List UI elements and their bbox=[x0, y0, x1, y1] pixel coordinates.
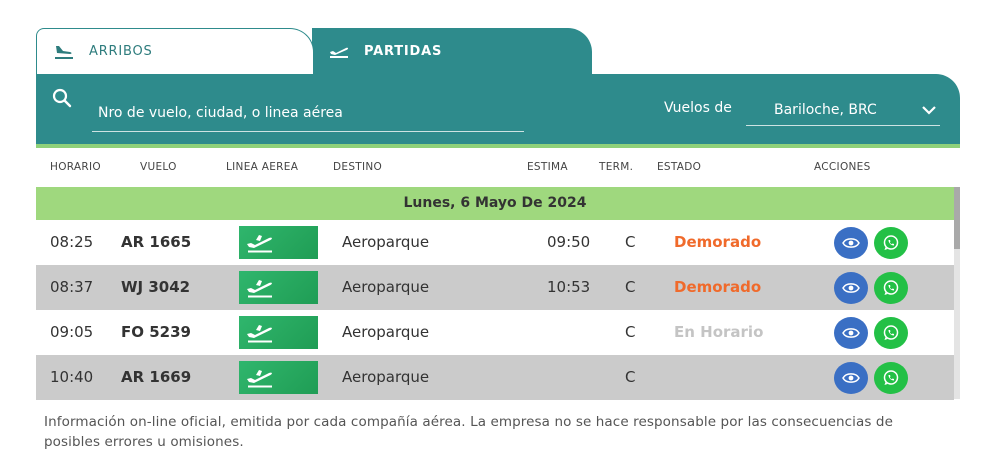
col-estima: ESTIMA bbox=[527, 161, 568, 173]
airport-select[interactable]: Bariloche, BRC bbox=[746, 94, 940, 126]
col-acciones: ACCIONES bbox=[814, 161, 871, 173]
tab-partidas-label: PARTIDAS bbox=[364, 43, 443, 59]
col-term: TERM. bbox=[599, 161, 634, 173]
col-linea-aerea: LINEA AEREA bbox=[226, 161, 299, 173]
row-estimated: 09:50 bbox=[547, 233, 591, 251]
whatsapp-icon bbox=[883, 370, 899, 385]
chevron-down-icon bbox=[922, 103, 936, 115]
eye-icon bbox=[842, 238, 860, 248]
disclaimer-text: Información on-line oficial, emitida por… bbox=[44, 414, 894, 450]
row-terminal: C bbox=[625, 233, 636, 251]
whatsapp-icon bbox=[883, 325, 899, 340]
date-group-header: Lunes, 6 Mayo De 2024 bbox=[36, 187, 954, 220]
col-estado: ESTADO bbox=[657, 161, 702, 173]
table-row: 08:37 WJ 3042 Aeroparque 10:53 C Demorad… bbox=[36, 265, 954, 310]
airline-logo bbox=[239, 361, 318, 394]
view-details-button[interactable] bbox=[834, 362, 868, 394]
search-bar: Vuelos de Bariloche, BRC bbox=[36, 74, 960, 144]
eye-icon bbox=[842, 283, 860, 293]
row-time: 08:37 bbox=[50, 278, 94, 296]
col-vuelo: VUELO bbox=[140, 161, 177, 173]
search-icon[interactable] bbox=[52, 88, 72, 108]
eye-icon bbox=[842, 373, 860, 383]
airline-logo bbox=[239, 226, 318, 259]
row-flight: WJ 3042 bbox=[121, 278, 191, 296]
whatsapp-button[interactable] bbox=[874, 317, 908, 349]
row-destination: Aeroparque bbox=[342, 368, 430, 386]
whatsapp-button[interactable] bbox=[874, 227, 908, 259]
row-flight: AR 1665 bbox=[121, 233, 192, 251]
tab-arribos-label: ARRIBOS bbox=[89, 44, 153, 59]
airline-logo bbox=[239, 316, 318, 349]
row-destination: Aeroparque bbox=[342, 278, 430, 296]
whatsapp-icon bbox=[883, 280, 899, 295]
plane-landing-icon bbox=[53, 43, 75, 61]
row-status: Demorado bbox=[674, 278, 762, 296]
tab-arribos[interactable]: ARRIBOS bbox=[36, 28, 314, 74]
row-terminal: C bbox=[625, 368, 636, 386]
col-destino: DESTINO bbox=[333, 161, 383, 173]
tab-partidas[interactable]: PARTIDAS bbox=[312, 28, 592, 74]
vuelos-de-label: Vuelos de bbox=[664, 100, 732, 116]
row-time: 08:25 bbox=[50, 233, 94, 251]
view-details-button[interactable] bbox=[834, 227, 868, 259]
table-row: 09:05 FO 5239 Aeroparque C En Horario bbox=[36, 310, 954, 355]
row-flight: AR 1669 bbox=[121, 368, 192, 386]
row-time: 09:05 bbox=[50, 323, 94, 341]
eye-icon bbox=[842, 328, 860, 338]
table-row: 08:25 AR 1665 Aeroparque 09:50 C Demorad… bbox=[36, 220, 954, 265]
whatsapp-button[interactable] bbox=[874, 272, 908, 304]
row-time: 10:40 bbox=[50, 368, 94, 386]
view-details-button[interactable] bbox=[834, 272, 868, 304]
table-header: HORARIO VUELO LINEA AEREA DESTINO ESTIMA… bbox=[36, 148, 960, 186]
row-status: Demorado bbox=[674, 233, 762, 251]
col-horario: HORARIO bbox=[50, 161, 101, 173]
whatsapp-icon bbox=[883, 235, 899, 250]
row-destination: Aeroparque bbox=[342, 323, 430, 341]
search-input[interactable] bbox=[92, 94, 524, 132]
airline-logo bbox=[239, 271, 318, 304]
table-row: 10:40 AR 1669 Aeroparque C bbox=[36, 355, 954, 400]
row-terminal: C bbox=[625, 323, 636, 341]
plane-takeoff-icon bbox=[328, 42, 350, 60]
airport-select-value: Bariloche, BRC bbox=[774, 101, 877, 118]
scrollbar-thumb[interactable] bbox=[954, 187, 960, 249]
whatsapp-button[interactable] bbox=[874, 362, 908, 394]
row-destination: Aeroparque bbox=[342, 233, 430, 251]
row-status: En Horario bbox=[674, 323, 764, 341]
row-flight: FO 5239 bbox=[121, 323, 191, 341]
row-terminal: C bbox=[625, 278, 636, 296]
view-details-button[interactable] bbox=[834, 317, 868, 349]
row-estimated: 10:53 bbox=[547, 278, 591, 296]
